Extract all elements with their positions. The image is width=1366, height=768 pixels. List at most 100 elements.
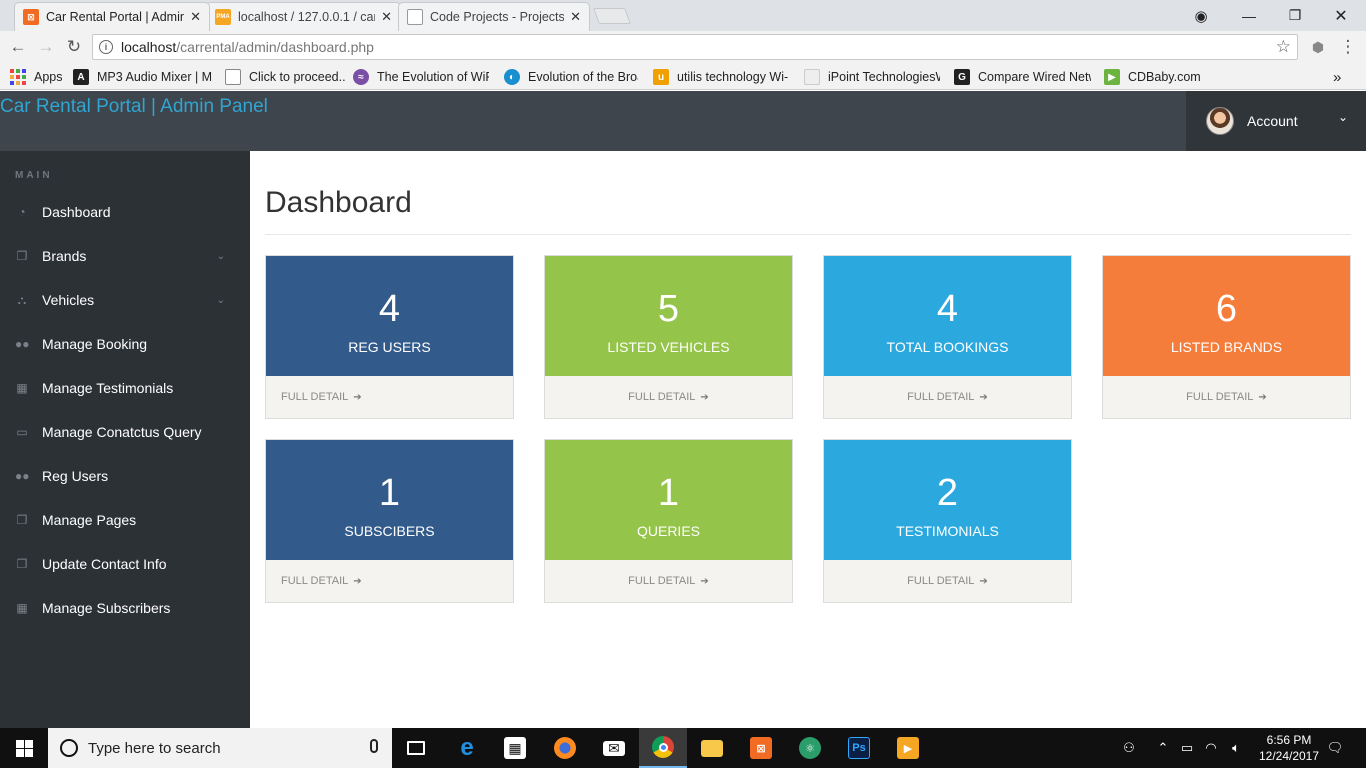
store-icon[interactable]: ▦ [491,728,539,768]
full-detail-link[interactable]: FULL DETAIL ➔ [266,560,513,602]
volume-icon[interactable]: 🔈︎ [1224,728,1248,768]
bookmark-utilis[interactable]: u utilis technology Wi-F [653,68,789,86]
files-icon: ❐ [16,249,28,263]
bookmark-label: Evolution of the Broa [528,70,638,84]
full-detail-link[interactable]: FULL DETAIL ➔ [545,560,792,602]
new-tab-button[interactable] [593,8,631,24]
full-detail-link[interactable]: FULL DETAIL ➔ [266,376,513,418]
sidebar-item-manage-subscribers[interactable]: ▦ Manage Subscribers [0,586,250,630]
media-player-icon[interactable]: ▶ [884,728,932,768]
tab-phpmyadmin[interactable]: PMA localhost / 127.0.0.1 / car ✕ [206,2,401,31]
reload-icon[interactable]: ↻ [62,35,86,59]
stat-card-body: 5 LISTED VEHICLES [545,256,792,376]
sidebar-item-manage-testimonials[interactable]: ▦ Manage Testimonials [0,366,250,410]
photoshop-icon[interactable]: Ps [835,728,883,768]
full-detail-label: FULL DETAIL [281,391,349,403]
bookmark-label: Apps [34,70,63,84]
bookmark-cdbaby[interactable]: ▶ CDBaby.com [1104,68,1204,86]
full-detail-label: FULL DETAIL [281,575,349,587]
bookmark-star-icon[interactable]: ☆ [1276,37,1291,57]
chevron-up-icon[interactable]: ⌃ [1152,728,1174,768]
edge-icon[interactable]: e [443,728,491,768]
close-tab-icon[interactable]: ✕ [570,9,581,25]
tab-code-projects[interactable]: Code Projects - Projects, ✕ [398,2,590,31]
full-detail-link[interactable]: FULL DETAIL ➔ [545,376,792,418]
brand-title[interactable]: Car Rental Portal | Admin Panel [0,96,268,118]
account-menu[interactable]: Account ⌄ [1186,91,1366,151]
stat-card-queries: 1 QUERIES FULL DETAIL ➔ [544,439,793,603]
bookmark-label: The Evolution of WiFi [377,70,489,84]
chevron-down-icon: ⌄ [216,294,225,306]
close-window-button[interactable]: ✕ [1318,0,1364,31]
notifications-icon[interactable]: 🗨︎ [1320,728,1350,768]
taskbar-search-box[interactable]: Type here to search [48,728,392,768]
bookmark-mp3-mixer[interactable]: A MP3 Audio Mixer | M [73,68,213,86]
sidebar-item-reg-users[interactable]: ●● Reg Users [0,454,250,498]
restore-button[interactable]: ❐ [1272,0,1318,31]
task-view-icon[interactable] [392,728,440,768]
chrome-icon[interactable] [639,728,687,768]
wifi-icon[interactable]: ◠ [1200,728,1222,768]
main-content: Dashboard 4 REG USERS FULL DETAIL ➔ 5 LI… [250,151,1366,728]
minimize-button[interactable]: — [1226,0,1272,31]
atom-icon[interactable]: ⚛ [786,728,834,768]
cdbaby-icon: ▶ [1104,69,1120,85]
close-tab-icon[interactable]: ✕ [190,9,201,25]
xampp-icon: ⊠ [23,9,39,25]
bookmark-apps[interactable]: Apps [10,68,63,86]
bookmarks-overflow-button[interactable]: » [1333,68,1341,86]
tab-car-rental-portal[interactable]: ⊠ Car Rental Portal | Admin ✕ [14,2,210,31]
sidebar-item-manage-pages[interactable]: ❐ Manage Pages [0,498,250,542]
users-icon: ●● [15,337,30,351]
sidebar-item-label: Manage Pages [42,512,137,528]
full-detail-label: FULL DETAIL [1186,391,1254,403]
stat-value: 6 [1215,288,1238,330]
profile-icon[interactable]: ◉ [1178,0,1224,31]
stat-card-body: 1 SUBSCIBERS [266,440,513,560]
sidebar-item-vehicles[interactable]: ⛬ Vehicles ⌄ [0,278,250,322]
bookmark-ipoint[interactable]: iPoint TechnologiesW [804,68,940,86]
sidebar-item-brands[interactable]: ❐ Brands ⌄ [0,234,250,278]
tab-title: Car Rental Portal | Admin [46,10,185,24]
bookmark-evolution-wifi[interactable]: ≈ The Evolution of WiFi [353,68,489,86]
stat-card-body: 4 TOTAL BOOKINGS [824,256,1071,376]
full-detail-link[interactable]: FULL DETAIL ➔ [824,560,1071,602]
full-detail-link[interactable]: FULL DETAIL ➔ [824,376,1071,418]
desktop-icon: ▭ [16,425,28,439]
bookmark-click-to-proceed[interactable]: Click to proceed... [225,68,345,86]
close-tab-icon[interactable]: ✕ [381,9,392,25]
stat-value: 4 [378,288,401,330]
extension-icon[interactable]: ⬢ [1306,35,1330,59]
mail-icon[interactable]: ✉ [590,728,638,768]
full-detail-label: FULL DETAIL [907,391,975,403]
people-icon[interactable]: ⚇ [1116,728,1142,768]
sidebar-item-manage-booking[interactable]: ●● Manage Booking [0,322,250,366]
chevron-down-icon: ⌄ [1337,110,1348,124]
info-icon[interactable]: i [99,40,113,54]
system-clock[interactable]: 6:56 PM 12/24/2017 [1254,732,1324,764]
phpmyadmin-icon: PMA [215,9,231,25]
stat-card-body: 6 LISTED BRANDS [1103,256,1350,376]
start-button[interactable] [0,728,48,768]
sidebar-item-manage-contactus-query[interactable]: ▭ Manage Conatctus Query [0,410,250,454]
battery-icon[interactable]: ▭ [1176,728,1198,768]
forward-arrow-icon[interactable]: → [34,35,58,59]
utilis-icon: u [653,69,669,85]
bookmark-label: MP3 Audio Mixer | M [97,70,213,84]
dashboard-icon: ◔ [18,205,26,219]
document-icon [225,69,241,85]
firefox-icon[interactable] [541,728,589,768]
arrow-right-icon: ➔ [1258,391,1267,403]
file-explorer-icon[interactable] [688,728,736,768]
back-arrow-icon[interactable]: ← [6,35,30,59]
bookmark-compare-wired[interactable]: G Compare Wired Netw [954,68,1091,86]
full-detail-link[interactable]: FULL DETAIL ➔ [1103,376,1350,418]
sidebar-item-dashboard[interactable]: ◔ Dashboard [0,190,250,234]
chrome-menu-icon[interactable]: ⋮ [1336,35,1360,59]
address-bar[interactable]: i localhost/carrental/admin/dashboard.ph… [92,34,1298,60]
microphone-icon[interactable] [370,739,378,753]
bookmark-evolution-broadband[interactable]: ◐ Evolution of the Broa [504,68,638,86]
xampp-icon[interactable]: ⊠ [737,728,785,768]
url-host: localhost [121,39,177,55]
sidebar-item-update-contact-info[interactable]: ❐ Update Contact Info [0,542,250,586]
